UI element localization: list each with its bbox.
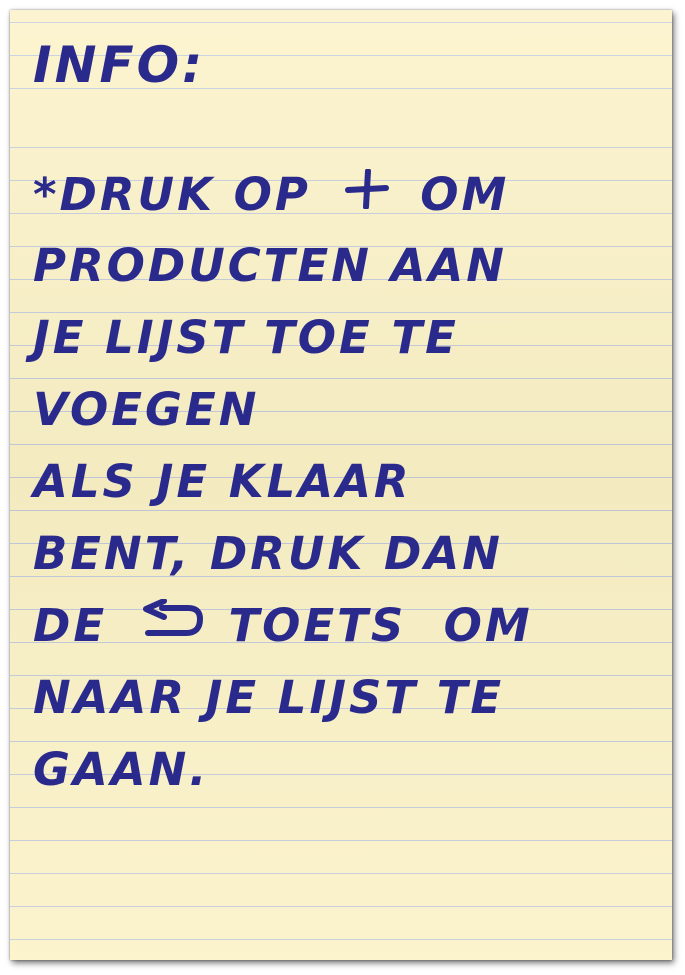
note-line-9: GAAN.: [33, 743, 210, 796]
note-line-8: NAAR JE LIJST TE: [33, 671, 505, 724]
note-body: *DRUK OP OM PRODUCTEN AAN JE LIJST TOE T…: [33, 158, 678, 806]
note-line-3: JE LIJST TOE TE: [33, 311, 459, 364]
note-line-4: VOEGEN: [33, 383, 260, 436]
info-note: INFO: *DRUK OP OM PRODUCTEN AAN JE LIJST…: [10, 10, 672, 960]
note-line-7-before: DE: [33, 599, 108, 652]
note-line-1-before: *DRUK OP: [33, 168, 311, 221]
note-line-1: *DRUK OP OM: [33, 158, 678, 230]
note-line-2: PRODUCTEN AAN: [33, 239, 507, 292]
note-line-5: ALS JE KLAAR: [33, 455, 412, 508]
note-line-7-after: TOETS OM: [228, 599, 533, 652]
note-line-6: BENT, DRUK DAN: [33, 527, 503, 580]
note-line-1-after: OM: [420, 168, 510, 221]
note-line-7: DE TOETS OM: [33, 590, 678, 662]
note-heading: INFO:: [33, 36, 206, 94]
plus-icon: [344, 158, 390, 230]
back-arrow-icon: [138, 590, 204, 662]
